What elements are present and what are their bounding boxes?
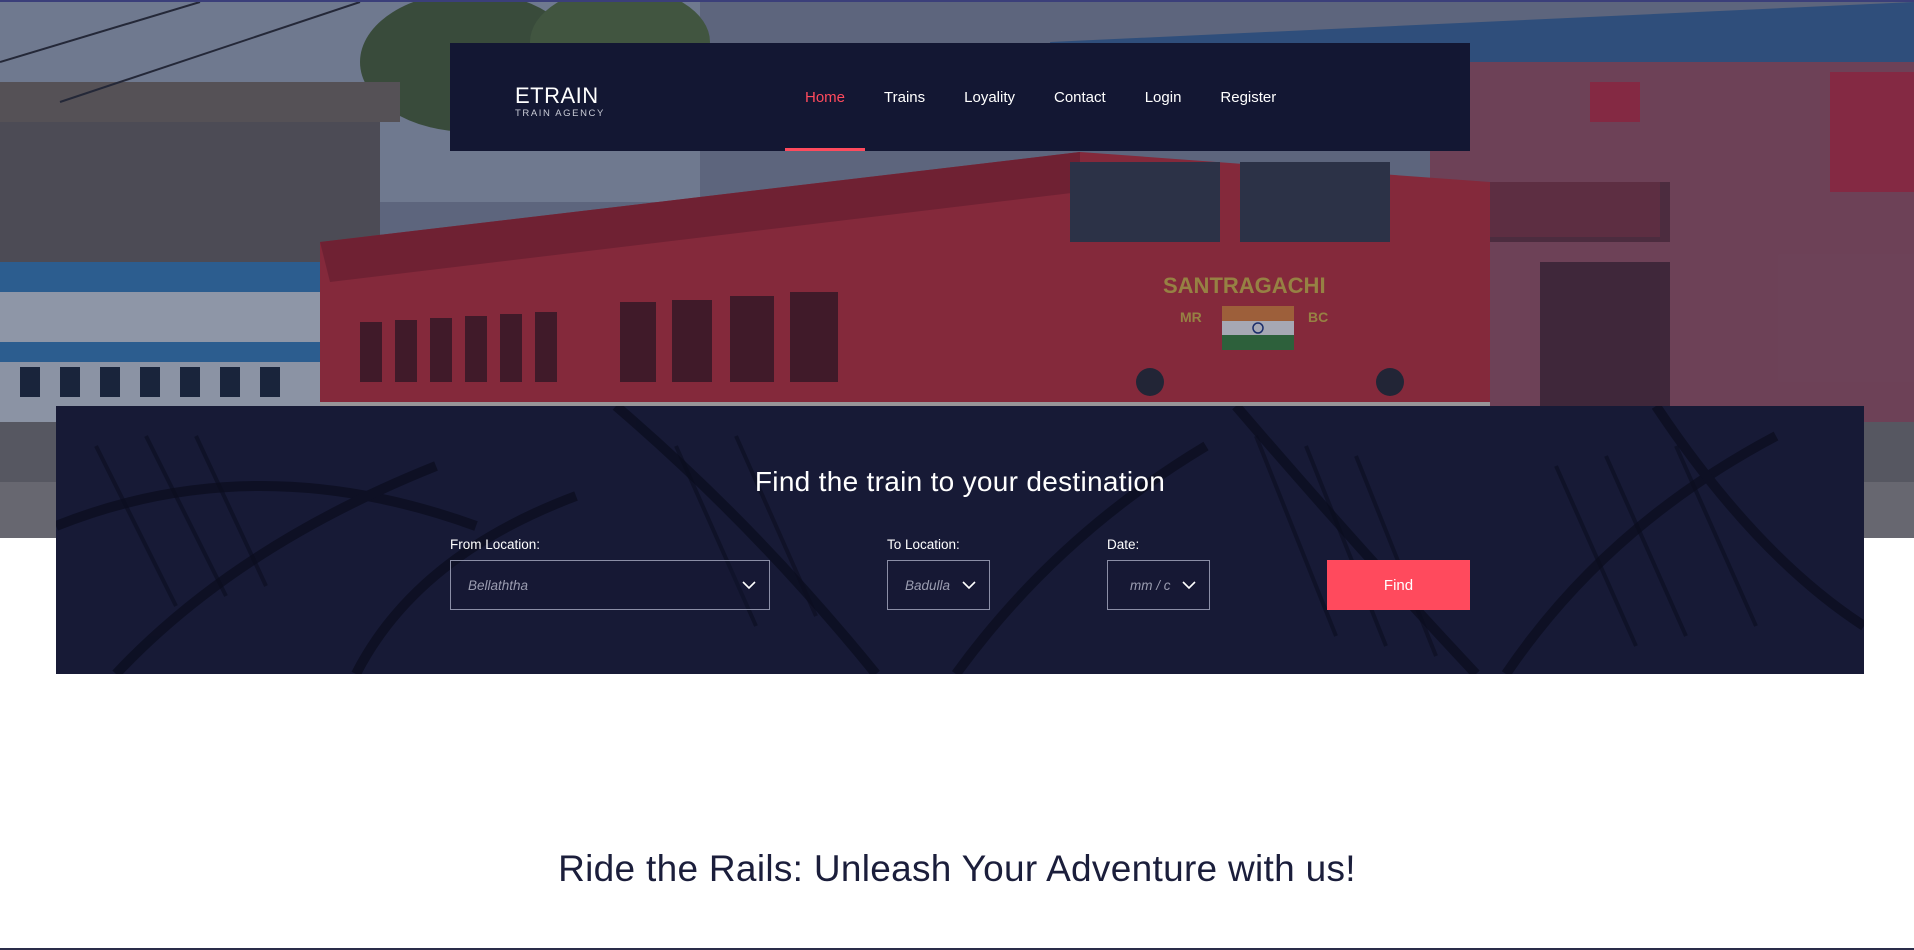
nav-menu: Home Trains Loyality Contact Login Regis… (784, 43, 1315, 151)
date-input-value: mm / c (1130, 577, 1171, 593)
brand-subtitle: TRAIN AGENCY (515, 108, 605, 119)
to-location-label: To Location: (887, 537, 960, 552)
nav-link-trains[interactable]: Trains (884, 43, 925, 151)
from-location-select[interactable]: Bellaththa (450, 560, 770, 610)
nav-link-loyality[interactable]: Loyality (964, 43, 1015, 151)
brand-title: ETRAIN (515, 83, 599, 108)
search-title: Find the train to your destination (754, 466, 1166, 497)
nav-link-register[interactable]: Register (1220, 43, 1276, 151)
top-navbar: ETRAIN TRAIN AGENCY Home Trains Loyality… (450, 43, 1470, 151)
palm-leaves-background (56, 406, 1864, 674)
from-location-label: From Location: (450, 537, 541, 552)
nav-link-home[interactable]: Home (784, 43, 866, 151)
find-button[interactable]: Find (1327, 560, 1470, 610)
date-label: Date: (1107, 537, 1140, 552)
chevron-down-icon (742, 581, 756, 590)
chevron-down-icon (962, 581, 976, 590)
nav-link-login[interactable]: Login (1145, 43, 1182, 151)
nav-link-contact[interactable]: Contact (1054, 43, 1106, 151)
to-location-value: Badulla (905, 577, 951, 593)
date-input[interactable]: mm / c (1107, 560, 1210, 610)
brand-logo[interactable]: ETRAIN TRAIN AGENCY (515, 83, 605, 120)
chevron-down-icon (1182, 581, 1196, 590)
to-location-select[interactable]: Badulla (887, 560, 990, 610)
from-location-value: Bellaththa (468, 577, 529, 593)
page-tagline: Ride the Rails: Unleash Your Adventure w… (558, 848, 1356, 889)
train-search-panel: Find the train to your destination From … (56, 406, 1864, 674)
